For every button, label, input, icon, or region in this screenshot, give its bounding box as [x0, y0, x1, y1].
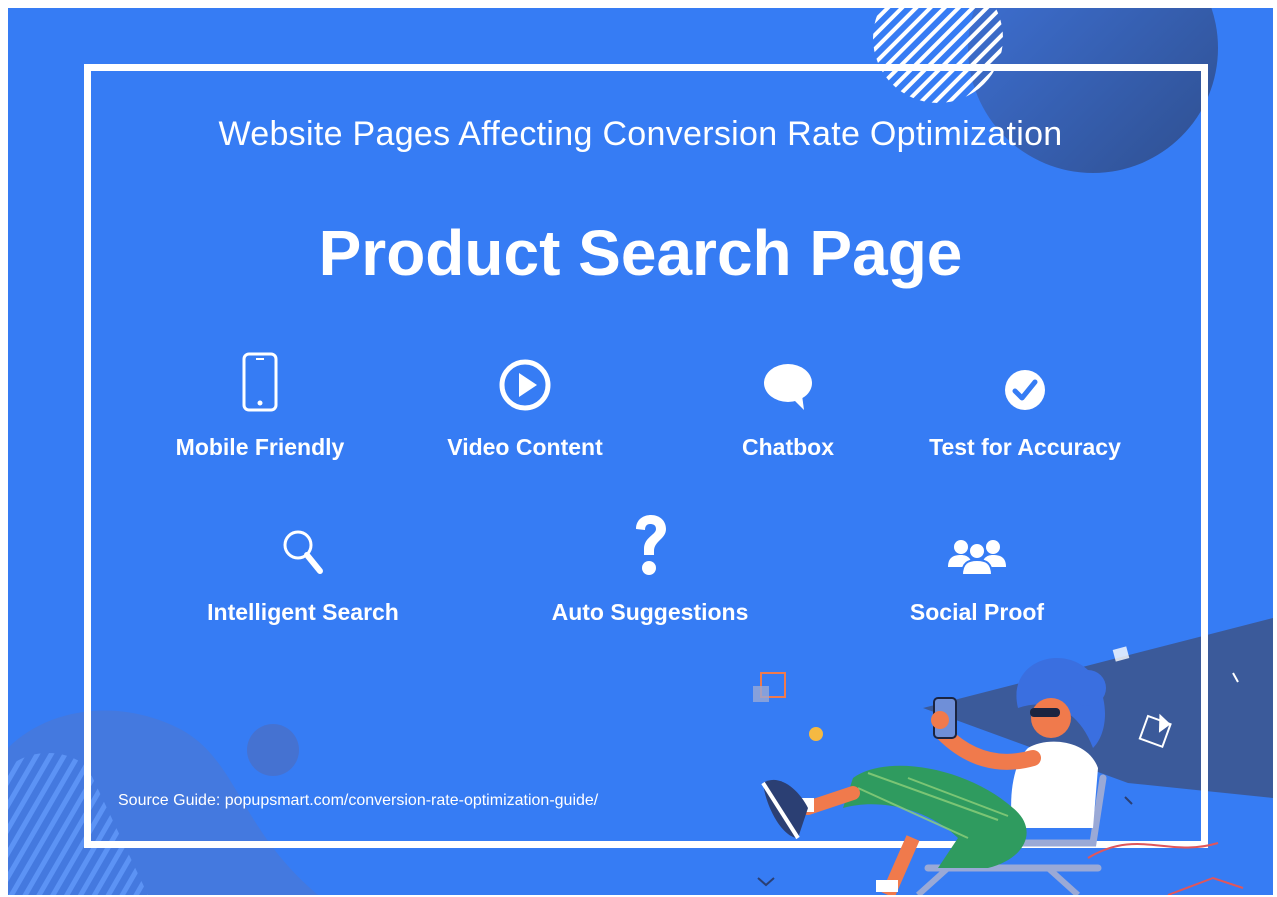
woman-with-phone-illustration [753, 646, 1244, 895]
infographic-canvas: Website Pages Affecting Conversion Rate … [8, 8, 1273, 895]
